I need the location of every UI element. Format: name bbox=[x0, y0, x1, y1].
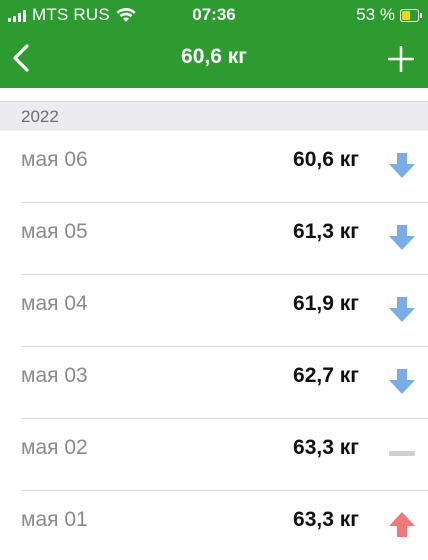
dash-icon bbox=[389, 451, 415, 456]
section-header: 2022 bbox=[0, 101, 428, 131]
entry-date: мая 04 bbox=[21, 292, 88, 315]
list-item[interactable]: мая 06 60,6 кг bbox=[21, 131, 428, 203]
list-item[interactable]: мая 04 61,9 кг bbox=[21, 275, 428, 347]
entry-date: мая 02 bbox=[21, 436, 88, 459]
entry-date: мая 05 bbox=[21, 220, 88, 243]
battery-icon bbox=[400, 8, 419, 22]
header: MTS RUS 07:36 53 % 60,6 кг bbox=[0, 0, 428, 88]
battery-fill bbox=[402, 10, 410, 20]
entry-weight: 63,3 кг bbox=[293, 436, 359, 459]
battery-percent: 53 % bbox=[356, 5, 395, 24]
entry-date: мая 01 bbox=[21, 508, 88, 531]
arrow-up-icon bbox=[389, 512, 415, 537]
status-bar: MTS RUS 07:36 53 % bbox=[0, 0, 428, 30]
page-title: 60,6 кг bbox=[181, 45, 247, 68]
arrow-down-icon bbox=[389, 369, 415, 394]
entry-weight: 62,7 кг bbox=[293, 364, 359, 387]
battery-tip bbox=[420, 12, 422, 18]
list-item[interactable]: мая 01 63,3 кг bbox=[21, 491, 428, 560]
plus-icon[interactable] bbox=[388, 46, 414, 72]
entry-weight: 63,3 кг bbox=[293, 508, 359, 531]
entry-weight: 60,6 кг bbox=[293, 148, 359, 171]
screen: MTS RUS 07:36 53 % 60,6 кг 2022 мая 06 6… bbox=[0, 0, 428, 560]
arrow-down-icon bbox=[389, 153, 415, 178]
arrow-down-icon bbox=[389, 297, 415, 322]
list-item[interactable]: мая 05 61,3 кг bbox=[21, 203, 428, 275]
arrow-down-icon bbox=[389, 225, 415, 250]
entry-weight: 61,9 кг bbox=[293, 292, 359, 315]
entries-list: мая 06 60,6 кг мая 05 61,3 кг мая 04 61,9 кг м… bbox=[0, 131, 428, 560]
status-right: 53 % bbox=[356, 5, 422, 25]
nav-bar: 60,6 кг bbox=[0, 30, 428, 88]
section-title: 2022 bbox=[21, 107, 59, 126]
list-item[interactable]: мая 02 63,3 кг bbox=[21, 419, 428, 491]
entry-date: мая 03 bbox=[21, 364, 88, 387]
list-item[interactable]: мая 03 62,7 кг bbox=[21, 347, 428, 419]
entry-weight: 61,3 кг bbox=[293, 220, 359, 243]
entry-date: мая 06 bbox=[21, 148, 88, 171]
